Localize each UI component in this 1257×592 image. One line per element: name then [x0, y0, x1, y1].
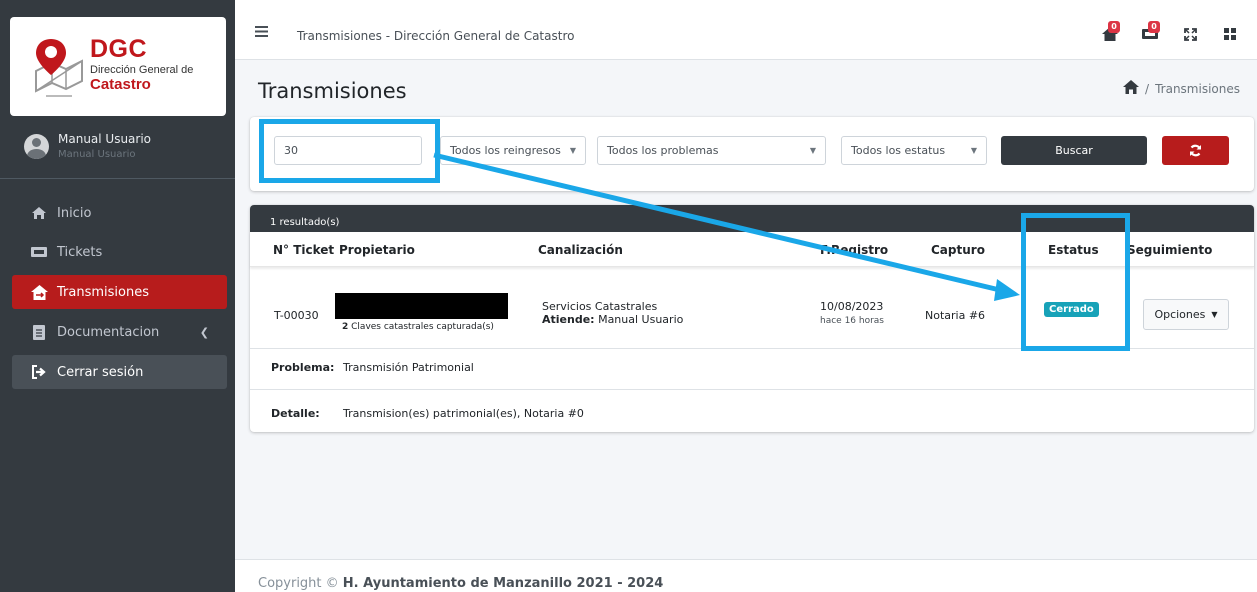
annotation-arrow	[433, 152, 1020, 301]
